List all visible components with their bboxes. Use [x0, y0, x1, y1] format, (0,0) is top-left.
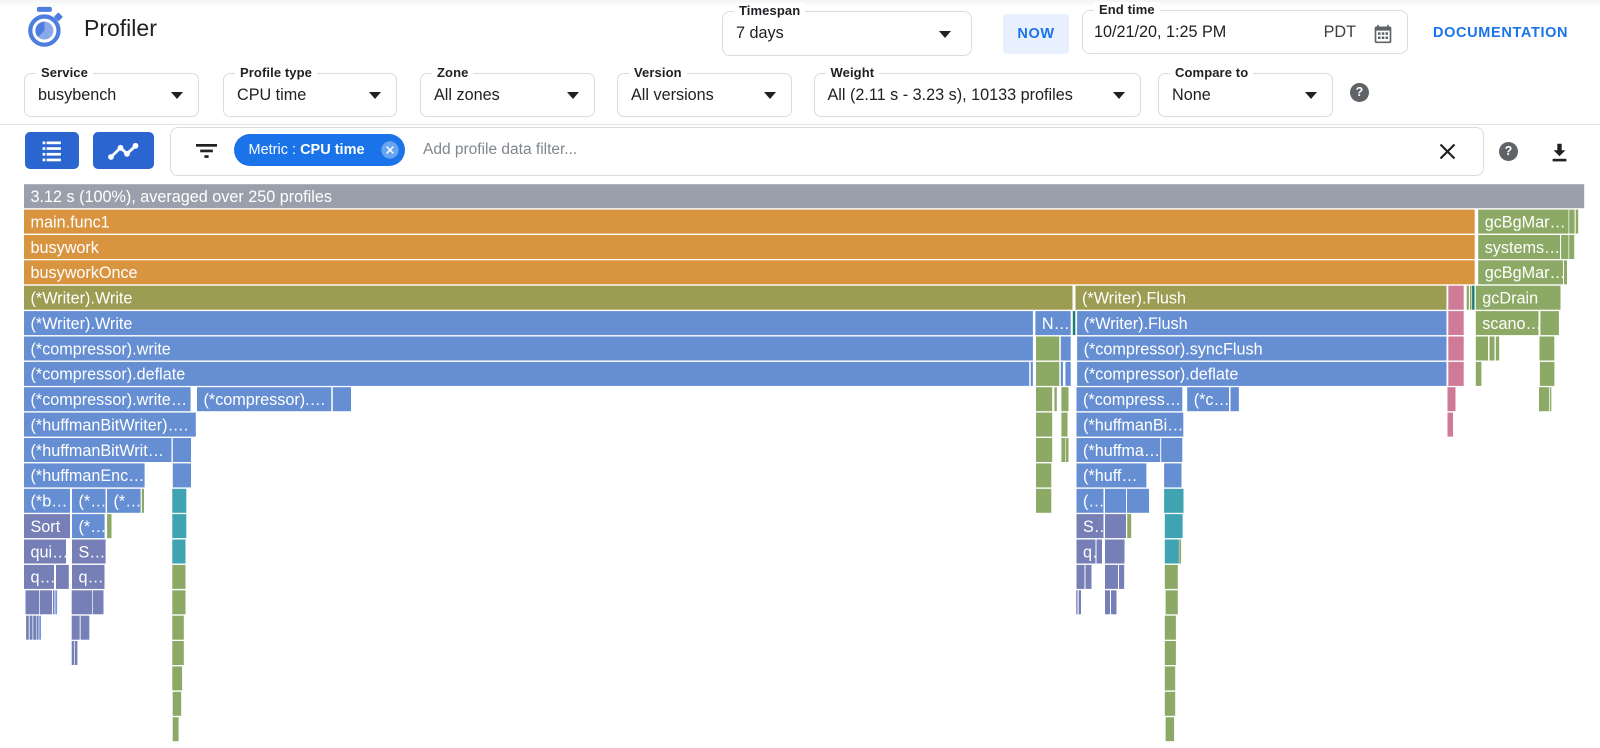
svg-text:(*…: (*…	[79, 493, 107, 511]
svg-text:Sort: Sort	[31, 518, 61, 536]
svg-text:q…: q…	[79, 569, 104, 587]
svg-text:gcBgMar…: gcBgMar…	[1485, 213, 1566, 231]
svg-text:(*…: (*…	[79, 518, 107, 536]
svg-text:q…: q…	[1083, 543, 1108, 561]
svg-text:(*compress…: (*compress…	[1083, 391, 1181, 409]
svg-text:(*…: (*…	[114, 493, 142, 511]
svg-text:(*Writer).Flush: (*Writer).Flush	[1084, 315, 1188, 333]
svg-text:gcDrain: gcDrain	[1482, 290, 1538, 308]
svg-text:systems…: systems…	[1485, 239, 1561, 257]
svg-text:(*huff…: (*huff…	[1083, 467, 1138, 485]
svg-text:(*compressor).syncFlush: (*compressor).syncFlush	[1084, 340, 1263, 358]
svg-text:(*compressor).write: (*compressor).write	[31, 340, 171, 358]
svg-text:busyworkOnce: busyworkOnce	[31, 264, 138, 282]
svg-text:(*Writer).Write: (*Writer).Write	[31, 290, 133, 308]
svg-text:(*compressor).deflate: (*compressor).deflate	[1084, 366, 1239, 384]
svg-text:3.12 s (100%), averaged over 2: 3.12 s (100%), averaged over 250 profile…	[31, 188, 332, 206]
svg-text:N…: N…	[1042, 315, 1070, 333]
svg-text:main.func1: main.func1	[31, 213, 110, 231]
svg-text:busywork: busywork	[31, 239, 100, 257]
svg-text:(*huffmanEnc…: (*huffmanEnc…	[31, 467, 145, 485]
svg-text:(*c…: (*c…	[1194, 391, 1230, 409]
svg-text:(*compressor).deflate: (*compressor).deflate	[31, 366, 186, 384]
svg-text:(*huffmanBi…: (*huffmanBi…	[1083, 416, 1183, 434]
svg-text:(*huffma…: (*huffma…	[1083, 442, 1160, 460]
svg-text:scano…: scano…	[1482, 315, 1541, 333]
svg-text:(*Writer).Flush: (*Writer).Flush	[1082, 290, 1186, 308]
svg-text:(*huffmanBitWrit…: (*huffmanBitWrit…	[31, 442, 164, 460]
svg-text:gcBgMar…: gcBgMar…	[1485, 264, 1566, 282]
svg-text:(…: (…	[1083, 493, 1105, 511]
svg-text:S…: S…	[79, 543, 106, 561]
svg-text:(*compressor).write…: (*compressor).write…	[31, 391, 188, 409]
svg-text:(*huffmanBitWriter)….: (*huffmanBitWriter)….	[31, 416, 189, 434]
svg-text:q…: q…	[31, 569, 56, 587]
svg-text:(*compressor).…: (*compressor).…	[204, 391, 326, 409]
svg-text:(*Writer).Write: (*Writer).Write	[31, 315, 133, 333]
svg-text:qui…: qui…	[31, 543, 69, 561]
svg-text:(*b…: (*b…	[31, 493, 68, 511]
